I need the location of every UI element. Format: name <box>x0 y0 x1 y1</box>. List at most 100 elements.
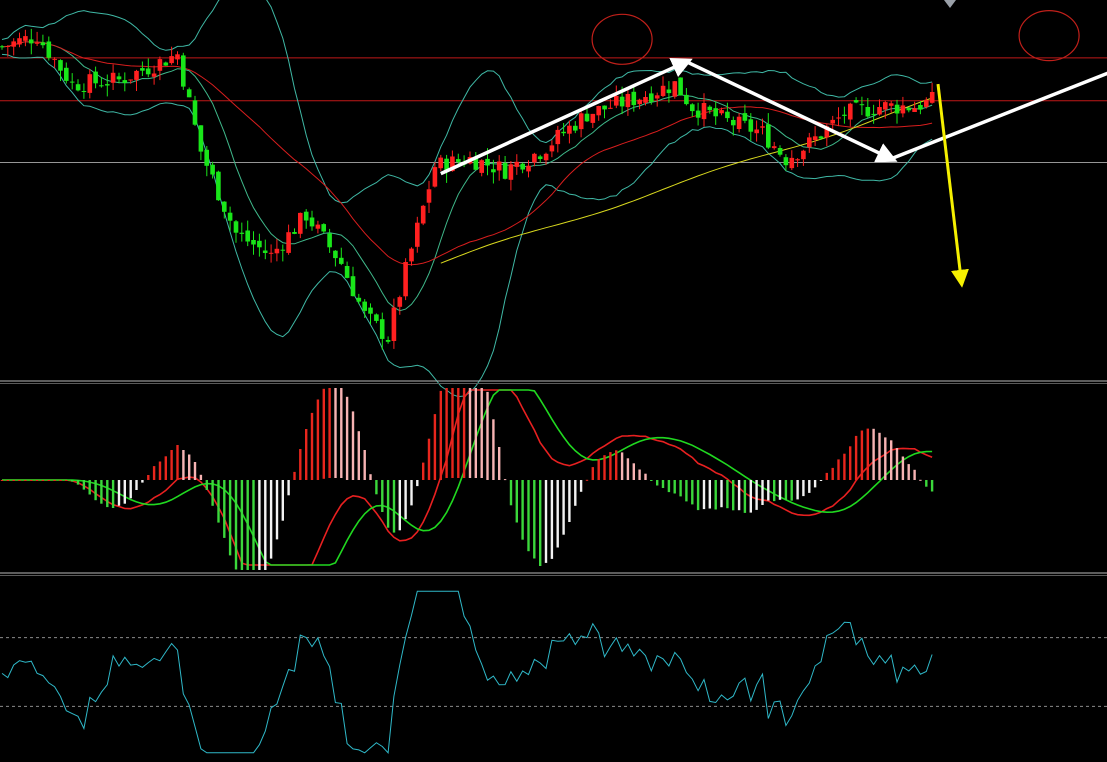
macd-bar <box>831 467 834 480</box>
macd-bar <box>726 480 729 509</box>
macd-bar <box>199 474 203 480</box>
macd-bar <box>135 480 138 490</box>
macd-bar <box>702 480 706 510</box>
macd-bar <box>632 463 635 480</box>
macd-bar <box>644 473 647 480</box>
macd-bar <box>638 469 641 480</box>
candle <box>192 95 198 126</box>
macd-bar <box>907 464 910 480</box>
macd-bar <box>82 480 86 490</box>
macd-bar <box>410 480 413 506</box>
macd-bar <box>498 447 501 480</box>
macd-bar <box>480 388 483 478</box>
macd-bar <box>41 480 45 481</box>
macd-bar <box>597 459 600 480</box>
macd-bar <box>123 480 126 504</box>
macd-bar <box>860 430 864 480</box>
macd-bar <box>714 480 717 510</box>
macd-bar <box>767 480 770 501</box>
macd-bar <box>316 399 320 480</box>
macd-bar <box>30 480 33 481</box>
macd-bar <box>562 480 565 535</box>
macd-bar <box>281 480 284 521</box>
macd-bar <box>269 480 273 559</box>
candle <box>181 52 186 90</box>
macd-bar <box>539 480 542 566</box>
macd-bar <box>94 480 97 501</box>
macd-bar <box>65 480 68 481</box>
macd-bar <box>913 469 916 480</box>
macd-bar <box>521 480 524 540</box>
macd-bar <box>53 480 56 481</box>
macd-bar <box>404 480 407 520</box>
macd-bar <box>193 462 197 480</box>
macd-bar <box>392 480 396 533</box>
macd-bar <box>71 480 74 482</box>
macd-bar <box>679 480 682 497</box>
macd-bar <box>445 388 448 478</box>
macd-bar <box>743 480 747 513</box>
macd-bar <box>457 388 460 478</box>
macd-bar <box>895 448 899 480</box>
macd-bar <box>808 480 811 493</box>
macd-bar <box>796 480 799 500</box>
macd-bar <box>340 388 343 478</box>
macd-bar <box>427 438 431 480</box>
macd-bar <box>890 440 893 480</box>
macd-bar <box>334 388 337 478</box>
macd-bar <box>117 480 121 506</box>
macd-bar <box>164 456 167 480</box>
macd-bar <box>685 480 688 502</box>
macd-bar <box>433 414 437 480</box>
macd-bar <box>141 480 144 483</box>
macd-bar <box>790 480 793 501</box>
macd-bar <box>305 429 308 480</box>
macd-bar <box>468 388 472 478</box>
macd-bar <box>328 388 331 478</box>
macd-bar <box>843 453 846 480</box>
macd-bar <box>533 480 536 559</box>
macd-bar <box>615 450 618 480</box>
macd-bar <box>47 480 50 481</box>
macd-bar <box>556 480 559 548</box>
macd-bar <box>310 412 314 480</box>
macd-bar <box>217 480 220 523</box>
macd-bar <box>363 450 366 480</box>
macd-bar <box>18 480 21 481</box>
macd-bar <box>223 480 226 538</box>
candle <box>403 258 408 301</box>
macd-bar <box>299 449 302 480</box>
macd-bar <box>170 450 173 480</box>
macd-bar <box>386 480 390 528</box>
candle <box>672 81 678 99</box>
macd-bar <box>152 466 156 480</box>
macd-bar <box>773 480 776 502</box>
macd-bar <box>854 435 858 480</box>
candle <box>420 204 426 226</box>
macd-bar <box>661 480 665 488</box>
macd-bar <box>732 480 735 511</box>
macd-bar <box>322 388 325 479</box>
macd-bar <box>158 461 162 480</box>
macd-bar <box>708 480 711 509</box>
macd-bar <box>211 480 214 506</box>
macd-bar <box>369 474 372 480</box>
macd-bar <box>825 472 828 480</box>
macd-bar <box>293 471 296 480</box>
macd-bar <box>0 480 4 481</box>
macd-bar <box>878 432 881 480</box>
macd-bar <box>205 480 208 490</box>
macd-bar <box>813 480 817 488</box>
macd-bar <box>59 480 62 481</box>
macd-bar <box>784 480 788 501</box>
macd-bar <box>761 480 764 505</box>
macd-bar <box>451 388 454 478</box>
macd-bar <box>129 480 132 499</box>
macd-bar <box>656 480 659 486</box>
macd-bar <box>673 480 676 494</box>
macd-bar <box>755 480 758 510</box>
macd-bar <box>439 390 442 480</box>
macd-bar <box>503 479 507 481</box>
macd-bar <box>749 480 752 513</box>
macd-bar <box>182 450 185 480</box>
